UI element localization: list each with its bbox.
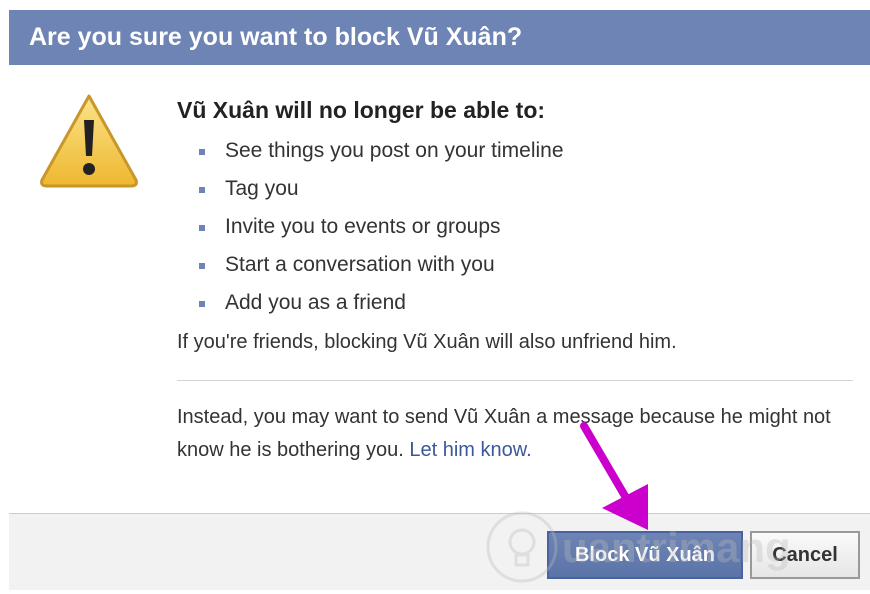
bullet-icon	[199, 187, 205, 193]
list-item-label: Tag you	[225, 177, 299, 200]
cancel-button[interactable]: Cancel	[750, 531, 860, 579]
list-item: Start a conversation with you	[177, 246, 857, 284]
bullet-icon	[199, 301, 205, 307]
block-confirmation-dialog: Are you sure you want to block Vũ Xuân? …	[9, 10, 870, 590]
list-item-label: See things you post on your timeline	[225, 139, 564, 162]
alternative-message: Instead, you may want to send Vũ Xuân a …	[177, 401, 857, 467]
warning-icon	[40, 94, 138, 188]
dialog-title: Are you sure you want to block Vũ Xuân?	[9, 10, 870, 65]
block-button[interactable]: Block Vũ Xuân	[547, 531, 743, 579]
friend-note: If you're friends, blocking Vũ Xuân will…	[177, 331, 677, 353]
let-him-know-link[interactable]: Let him know.	[409, 439, 531, 461]
list-item: Tag you	[177, 170, 857, 208]
list-item: See things you post on your timeline	[177, 132, 857, 170]
pointer-arrow-icon	[580, 422, 648, 530]
bullet-icon	[199, 263, 205, 269]
divider	[177, 380, 853, 381]
dialog-footer: Block Vũ Xuân Cancel	[9, 513, 870, 590]
list-item: Invite you to events or groups	[177, 208, 857, 246]
bullet-icon	[199, 149, 205, 155]
list-item-label: Add you as a friend	[225, 291, 406, 314]
dialog-content: Vũ Xuân will no longer be able to: See t…	[177, 94, 857, 359]
list-item-label: Invite you to events or groups	[225, 215, 501, 238]
bullet-icon	[199, 225, 205, 231]
restrictions-list: See things you post on your timeline Tag…	[177, 132, 857, 322]
list-item: Add you as a friend	[177, 284, 857, 322]
list-item-label: Start a conversation with you	[225, 253, 495, 276]
restrictions-heading: Vũ Xuân will no longer be able to:	[177, 97, 546, 123]
